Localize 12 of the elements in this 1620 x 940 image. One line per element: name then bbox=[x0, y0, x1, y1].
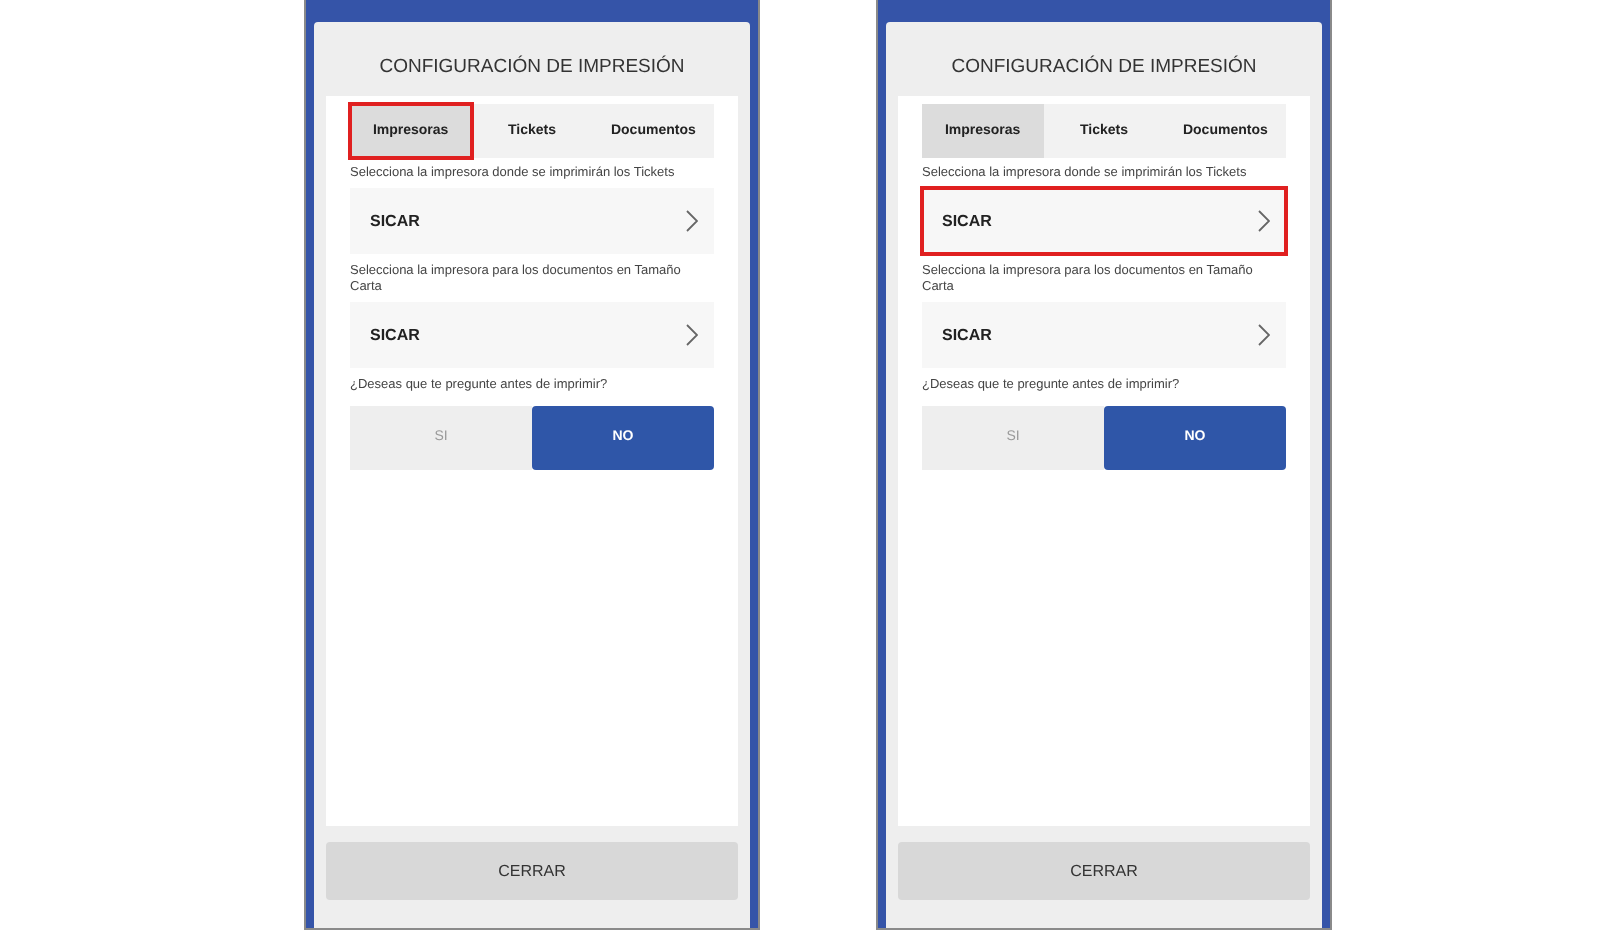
printer-selector[interactable]: SICAR bbox=[922, 302, 1286, 369]
dialog-title: CONFIGURACIÓN DE IMPRESIÓN bbox=[377, 53, 687, 82]
chevron-right-icon bbox=[1258, 210, 1270, 233]
chevron-right-icon bbox=[686, 324, 698, 347]
dialog-title: CONFIGURACIÓN DE IMPRESIÓN bbox=[949, 53, 1259, 82]
chevron-right-icon bbox=[686, 210, 698, 233]
printer-selector[interactable]: SICAR bbox=[350, 302, 714, 369]
printer-selector[interactable]: SICAR bbox=[922, 188, 1286, 255]
printer-selector[interactable]: SICAR bbox=[350, 188, 714, 255]
close-button[interactable]: CERRAR bbox=[326, 842, 738, 900]
close-button[interactable]: CERRAR bbox=[898, 842, 1310, 900]
chevron-right-icon bbox=[1258, 324, 1270, 347]
